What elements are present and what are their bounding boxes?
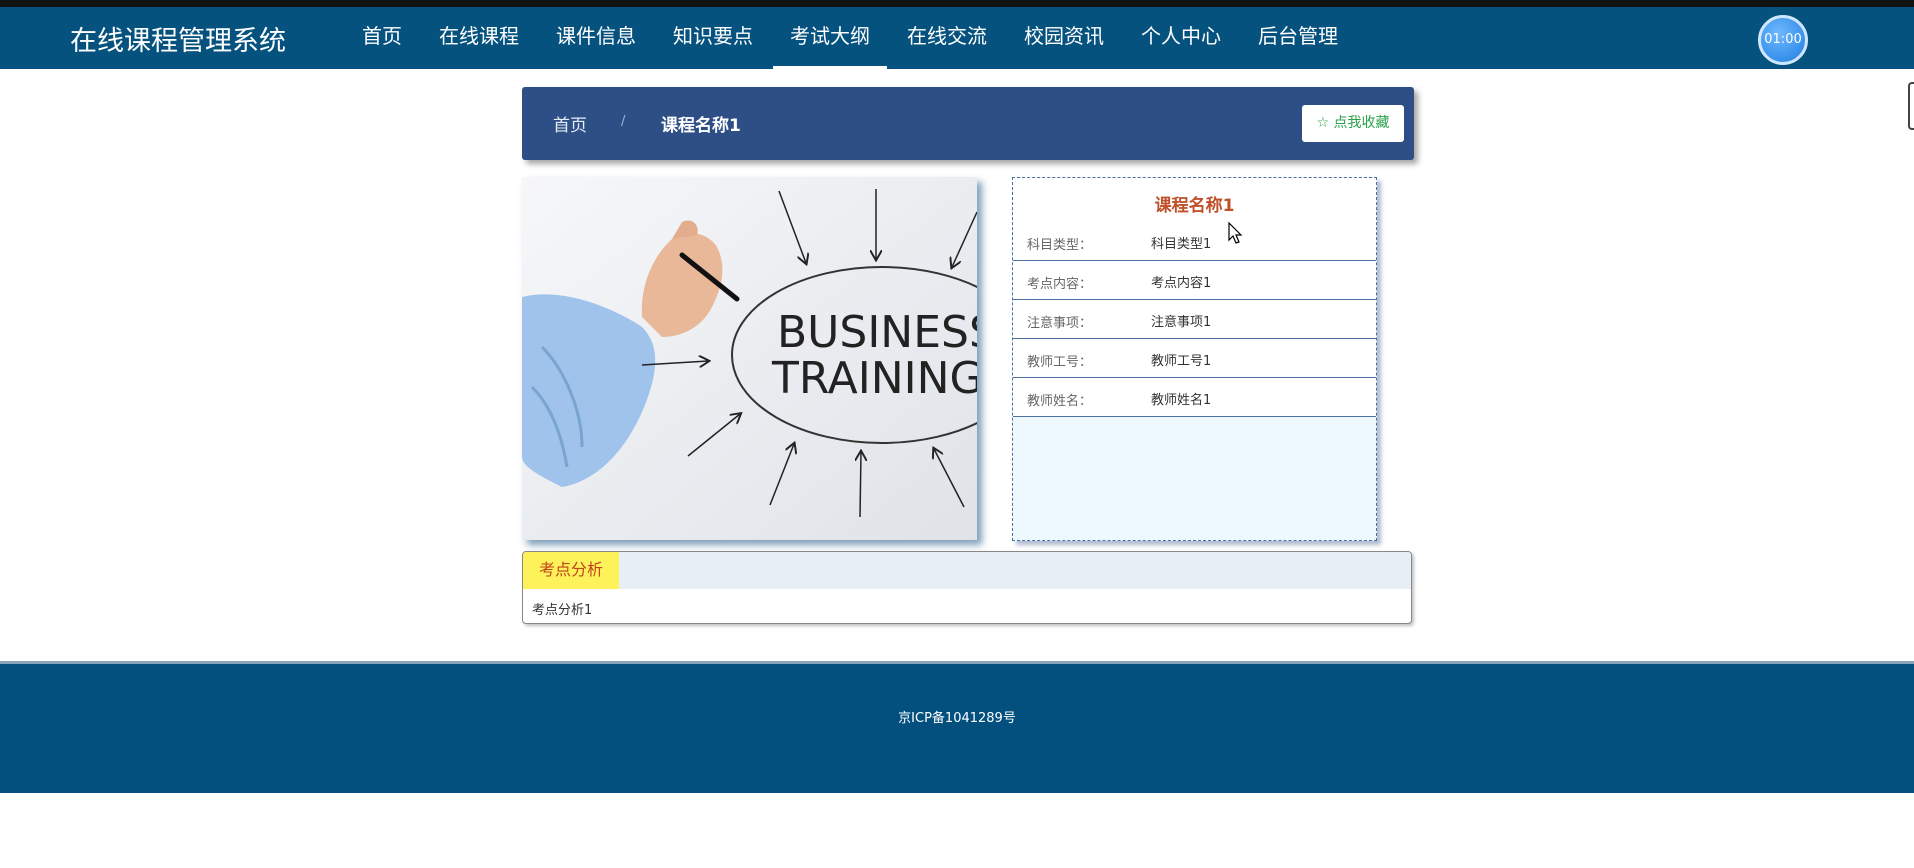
timer-badge[interactable]: 01:00 [1758, 15, 1808, 65]
detail-value-exam-content: 考点内容1 [1151, 276, 1212, 291]
course-detail-panel: 课程名称1 科目类型： 科目类型1 考点内容： 考点内容1 注意事项： 注意事项… [1012, 177, 1377, 541]
site-brand[interactable]: 在线课程管理系统 [70, 19, 286, 58]
detail-value-subject-type: 科目类型1 [1151, 237, 1212, 252]
detail-label-notes: 注意事项： [1027, 316, 1093, 331]
nav-item-campus-news[interactable]: 校园资讯 [1007, 7, 1121, 69]
detail-value-notes: 注意事项1 [1151, 315, 1212, 330]
top-navbar: 在线课程管理系统 首页 在线课程 课件信息 知识要点 考试大纲 在线交流 校园资… [0, 7, 1914, 69]
nav-item-knowledge-points[interactable]: 知识要点 [656, 7, 770, 69]
detail-label-teacher-name: 教师姓名： [1027, 394, 1093, 409]
nav-item-exam-syllabus[interactable]: 考试大纲 [773, 7, 887, 69]
favorite-button[interactable]: ☆ 点我收藏 [1302, 105, 1404, 142]
detail-label-exam-content: 考点内容： [1027, 277, 1093, 292]
main-nav: 首页 在线课程 课件信息 知识要点 考试大纲 在线交流 校园资讯 个人中心 后台… [345, 7, 1358, 69]
course-cover-image: BUSINESS TRAINING [522, 177, 977, 540]
breadcrumb-home-link[interactable]: 首页 [553, 111, 587, 136]
tab-exam-analysis[interactable]: 考点分析 [523, 552, 619, 589]
analysis-content: 考点分析1 [532, 603, 593, 618]
detail-value-teacher-id: 教师工号1 [1151, 354, 1212, 369]
image-text-business: BUSINESS [777, 307, 977, 358]
nav-item-online-forum[interactable]: 在线交流 [890, 7, 1004, 69]
detail-row: 注意事项： 注意事项1 [1013, 300, 1376, 339]
nav-item-courseware[interactable]: 课件信息 [539, 7, 653, 69]
nav-item-admin[interactable]: 后台管理 [1241, 7, 1355, 69]
detail-row: 科目类型： 科目类型1 [1013, 222, 1376, 261]
nav-item-personal-center[interactable]: 个人中心 [1124, 7, 1238, 69]
detail-title: 课程名称1 [1013, 178, 1376, 222]
page-footer: 京ICP备1041289号 [0, 661, 1914, 793]
analysis-panel: 考点分析 考点分析1 [522, 551, 1412, 624]
breadcrumb-current: 课程名称1 [661, 116, 741, 136]
detail-row: 考点内容： 考点内容1 [1013, 261, 1376, 300]
icp-record: 京ICP备1041289号 [898, 711, 1016, 726]
detail-label-teacher-id: 教师工号： [1027, 355, 1093, 370]
detail-row: 教师姓名： 教师姓名1 [1013, 378, 1376, 417]
nav-item-home[interactable]: 首页 [345, 7, 419, 69]
analysis-header: 考点分析 [523, 552, 1411, 589]
detail-label-subject-type: 科目类型： [1027, 238, 1093, 253]
image-text-training: TRAINING [771, 353, 977, 404]
business-training-illustration: BUSINESS TRAINING [522, 177, 977, 540]
side-edge-handle[interactable] [1908, 82, 1914, 130]
mouse-cursor-icon [1228, 222, 1243, 244]
top-edge-line [0, 0, 1914, 7]
detail-row: 教师工号： 教师工号1 [1013, 339, 1376, 378]
breadcrumb-bar: 首页 / 课程名称1 ☆ 点我收藏 [522, 87, 1414, 160]
breadcrumb-separator: / [621, 114, 626, 129]
detail-value-teacher-name: 教师姓名1 [1151, 393, 1212, 408]
nav-item-online-courses[interactable]: 在线课程 [422, 7, 536, 69]
